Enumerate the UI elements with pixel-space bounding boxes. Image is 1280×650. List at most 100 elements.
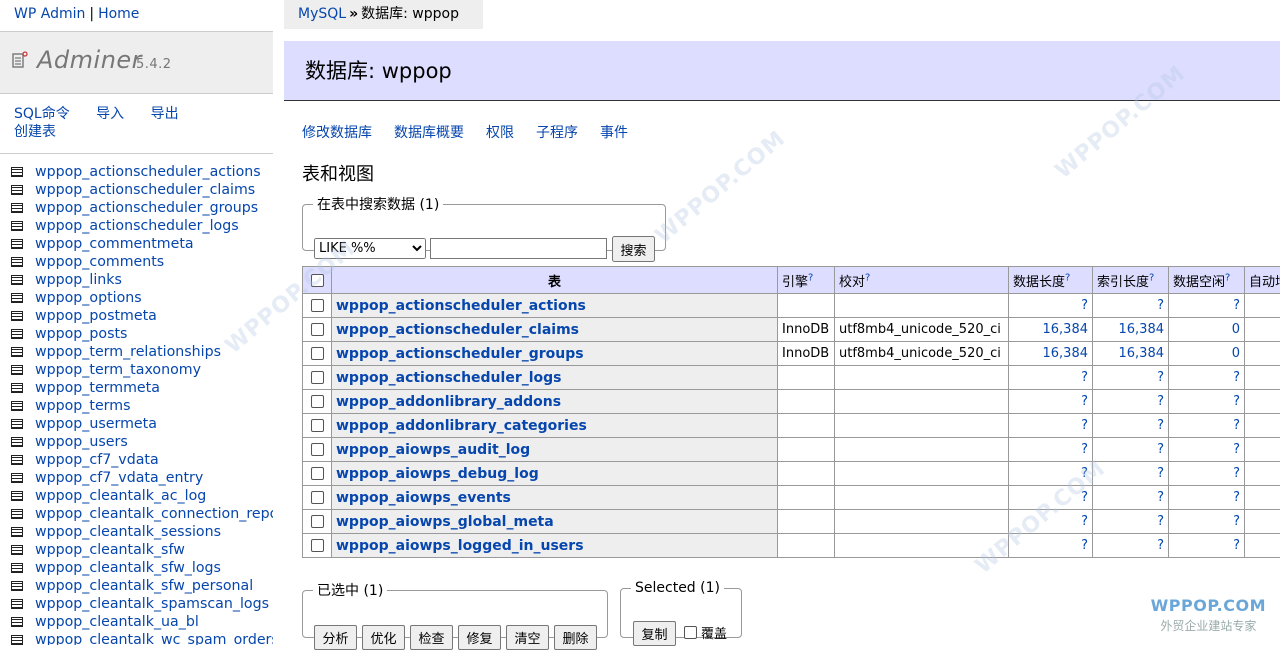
index-length-cell[interactable]: ?	[1093, 510, 1169, 534]
repair-button[interactable]: 修复	[458, 625, 501, 650]
sidebar-table-item[interactable]: wppop_cleantalk_sfw_personal	[0, 577, 273, 595]
table-icon[interactable]	[11, 257, 23, 267]
data-free-cell[interactable]: ?	[1169, 294, 1245, 318]
sidebar-table-item[interactable]: wppop_cleantalk_wc_spam_orders	[0, 631, 273, 645]
data-length-cell[interactable]: ?	[1009, 462, 1093, 486]
sidebar-table-item[interactable]: wppop_actionscheduler_groups	[0, 199, 273, 217]
search-operator-select[interactable]: LIKE %%	[314, 238, 426, 259]
sidebar-table-item[interactable]: wppop_cf7_vdata_entry	[0, 469, 273, 487]
optimize-button[interactable]: 优化	[362, 625, 405, 650]
sidebar-table-item[interactable]: wppop_term_relationships	[0, 343, 273, 361]
data-free-cell[interactable]: ?	[1169, 462, 1245, 486]
sidebar-table-link[interactable]: wppop_termmeta	[35, 380, 160, 396]
table-icon[interactable]	[11, 635, 23, 645]
sidebar-table-item[interactable]: wppop_cleantalk_connection_reports	[0, 505, 273, 523]
events-link[interactable]: 事件	[600, 125, 628, 141]
index-length-cell[interactable]: ?	[1093, 414, 1169, 438]
index-length-cell[interactable]: ?	[1093, 462, 1169, 486]
copy-button[interactable]: 复制	[633, 621, 676, 646]
table-icon[interactable]	[11, 581, 23, 591]
search-button[interactable]: 搜索	[612, 236, 655, 262]
sidebar-table-link[interactable]: wppop_cleantalk_ac_log	[35, 488, 206, 504]
data-length-cell[interactable]: ?	[1009, 510, 1093, 534]
table-icon[interactable]	[11, 509, 23, 519]
data-free-cell[interactable]: ?	[1169, 438, 1245, 462]
sidebar-table-link[interactable]: wppop_cleantalk_sfw_logs	[35, 560, 221, 576]
row-checkbox[interactable]	[311, 467, 324, 480]
help-icon[interactable]: ?	[808, 272, 813, 283]
data-length-cell[interactable]: ?	[1009, 414, 1093, 438]
sidebar-table-item[interactable]: wppop_cleantalk_sessions	[0, 523, 273, 541]
index-length-cell[interactable]: 16,384	[1093, 318, 1169, 342]
table-icon[interactable]	[11, 275, 23, 285]
help-icon[interactable]: ?	[1225, 272, 1230, 283]
data-length-cell[interactable]: ?	[1009, 438, 1093, 462]
drop-button[interactable]: 删除	[554, 625, 597, 650]
row-checkbox[interactable]	[311, 299, 324, 312]
select-all-checkbox[interactable]	[311, 274, 324, 287]
table-icon[interactable]	[11, 185, 23, 195]
sidebar-table-item[interactable]: wppop_termmeta	[0, 379, 273, 397]
table-name-link[interactable]: wppop_aiowps_events	[336, 490, 511, 506]
sidebar-table-item[interactable]: wppop_term_taxonomy	[0, 361, 273, 379]
sidebar-table-item[interactable]: wppop_usermeta	[0, 415, 273, 433]
index-length-cell[interactable]: ?	[1093, 366, 1169, 390]
sidebar-table-link[interactable]: wppop_cleantalk_sfw_personal	[35, 578, 253, 594]
table-icon[interactable]	[11, 617, 23, 627]
table-icon[interactable]	[11, 401, 23, 411]
sidebar-table-link[interactable]: wppop_comments	[35, 254, 164, 270]
row-checkbox[interactable]	[311, 371, 324, 384]
overwrite-label[interactable]: 覆盖	[701, 623, 727, 642]
table-icon[interactable]	[11, 599, 23, 609]
table-icon[interactable]	[11, 221, 23, 231]
check-button[interactable]: 检查	[410, 625, 453, 650]
table-icon[interactable]	[11, 347, 23, 357]
row-checkbox[interactable]	[311, 395, 324, 408]
table-icon[interactable]	[11, 293, 23, 303]
sidebar-table-item[interactable]: wppop_terms	[0, 397, 273, 415]
row-checkbox[interactable]	[311, 515, 324, 528]
row-checkbox[interactable]	[311, 347, 324, 360]
sidebar-table-link[interactable]: wppop_terms	[35, 398, 130, 414]
analyze-button[interactable]: 分析	[314, 625, 357, 650]
table-icon[interactable]	[11, 545, 23, 555]
sidebar-table-link[interactable]: wppop_cleantalk_ua_bl	[35, 614, 199, 630]
table-icon[interactable]	[11, 311, 23, 321]
sidebar-table-item[interactable]: wppop_cleantalk_ac_log	[0, 487, 273, 505]
data-free-cell[interactable]: ?	[1169, 534, 1245, 558]
help-icon[interactable]: ?	[865, 272, 870, 283]
row-checkbox[interactable]	[311, 419, 324, 432]
sidebar-table-item[interactable]: wppop_options	[0, 289, 273, 307]
data-free-cell[interactable]: 0	[1169, 318, 1245, 342]
truncate-button[interactable]: 清空	[506, 625, 549, 650]
table-name-link[interactable]: wppop_addonlibrary_categories	[336, 418, 587, 434]
index-length-cell[interactable]: ?	[1093, 438, 1169, 462]
table-icon[interactable]	[11, 563, 23, 573]
export-link[interactable]: 导出	[151, 106, 179, 122]
sidebar-table-link[interactable]: wppop_users	[35, 434, 128, 450]
table-icon[interactable]	[11, 455, 23, 465]
sidebar-table-item[interactable]: wppop_actionscheduler_logs	[0, 217, 273, 235]
sidebar-table-link[interactable]: wppop_usermeta	[35, 416, 157, 432]
alter-database-link[interactable]: 修改数据库	[302, 125, 372, 141]
sidebar-table-link[interactable]: wppop_cleantalk_wc_spam_orders	[35, 632, 273, 645]
sql-command-link[interactable]: SQL命令	[14, 106, 70, 122]
help-icon[interactable]: ?	[1065, 272, 1070, 283]
adminer-version[interactable]: 5.4.2	[136, 57, 172, 72]
table-name-link[interactable]: wppop_addonlibrary_addons	[336, 394, 561, 410]
sidebar-table-item[interactable]: wppop_cleantalk_sfw_logs	[0, 559, 273, 577]
table-name-link[interactable]: wppop_aiowps_debug_log	[336, 466, 539, 482]
data-length-cell[interactable]: 16,384	[1009, 342, 1093, 366]
table-name-link[interactable]: wppop_actionscheduler_claims	[336, 322, 579, 338]
index-length-cell[interactable]: ?	[1093, 294, 1169, 318]
sidebar-table-link[interactable]: wppop_actionscheduler_claims	[35, 182, 255, 198]
sidebar-table-item[interactable]: wppop_posts	[0, 325, 273, 343]
table-icon[interactable]	[11, 239, 23, 249]
table-icon[interactable]	[11, 473, 23, 483]
data-length-cell[interactable]: ?	[1009, 366, 1093, 390]
data-length-cell[interactable]: ?	[1009, 534, 1093, 558]
sidebar-table-link[interactable]: wppop_cleantalk_sfw	[35, 542, 185, 558]
sidebar-table-link[interactable]: wppop_commentmeta	[35, 236, 194, 252]
search-input[interactable]	[430, 238, 607, 259]
wp-admin-link[interactable]: WP Admin	[14, 6, 85, 22]
